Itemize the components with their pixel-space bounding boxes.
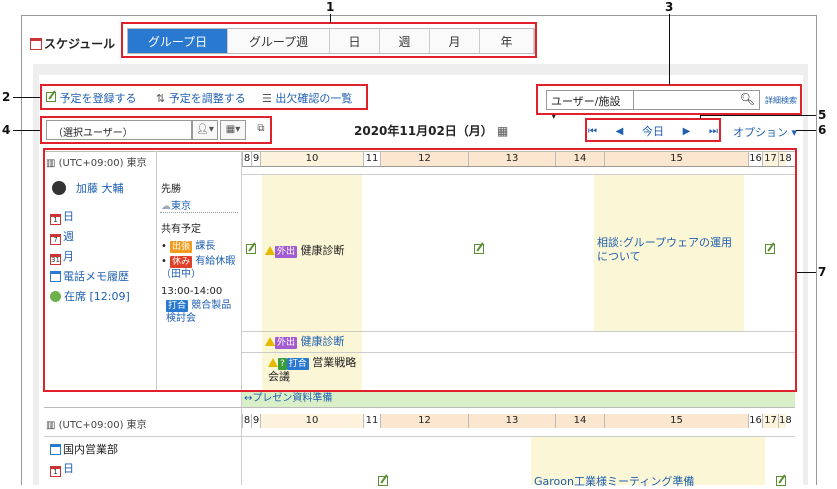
callout-3: 3 — [665, 0, 674, 14]
callout-line — [796, 130, 816, 131]
callout-line — [13, 130, 40, 131]
hour-label: 9 — [251, 414, 260, 428]
group-name[interactable]: 国内営業部 — [50, 441, 118, 457]
callout-5: 5 — [818, 108, 827, 122]
highlight-box-4 — [40, 116, 272, 144]
calendar-icon — [30, 38, 42, 50]
group-day-link[interactable]: 1日 — [50, 460, 74, 477]
add-event-icon[interactable] — [378, 476, 388, 489]
hour-label: 12 — [380, 414, 468, 428]
hour-label: 14 — [555, 414, 604, 428]
calendar-picker-icon[interactable]: ▦ — [497, 124, 508, 138]
hour-label: 10 — [260, 414, 363, 428]
callout-line — [669, 14, 670, 85]
hour-label: 15 — [604, 414, 748, 428]
building-icon: ▥ — [46, 420, 56, 431]
callout-line — [330, 14, 331, 23]
hour-label: 13 — [468, 414, 555, 428]
add-event-icon[interactable] — [776, 476, 786, 489]
app-title: スケジュール — [30, 35, 115, 52]
callout-6: 6 — [818, 123, 827, 137]
timezone-label-group: ▥ (UTC+09:00) 東京 — [46, 420, 147, 431]
callout-2: 2 — [2, 90, 11, 104]
callout-line — [700, 115, 701, 119]
all-day-banner[interactable]: ↔プレゼン資料準備 — [242, 391, 795, 407]
callout-4: 4 — [2, 123, 11, 137]
highlight-box-2 — [40, 84, 368, 110]
callout-line — [797, 272, 816, 273]
highlight-box-7 — [43, 148, 797, 392]
dropdown-arrow-icon: ▾ — [791, 126, 798, 139]
option-menu[interactable]: オプション ▾ — [733, 124, 797, 140]
callout-line — [700, 115, 816, 116]
date-title: 2020年11月02日（月） ▦ — [354, 124, 509, 138]
callout-7: 7 — [818, 265, 827, 279]
highlight-box-3 — [536, 84, 802, 115]
hour-label: 18 — [778, 414, 792, 428]
day-calendar-icon: 1 — [50, 466, 61, 477]
group-event[interactable]: Garoon工業様ミーティング準備 — [534, 473, 694, 489]
callout-line — [13, 97, 40, 98]
banner-bottom — [44, 407, 795, 408]
highlight-box-5 — [585, 118, 721, 142]
group-icon — [50, 444, 61, 455]
hour-label: 8 — [242, 414, 251, 428]
hour-label: 11 — [363, 414, 380, 428]
hour-label: 16 — [748, 414, 762, 428]
highlight-box-1 — [121, 22, 537, 58]
hour-label: 17 — [762, 414, 778, 428]
callout-1: 1 — [326, 0, 335, 14]
